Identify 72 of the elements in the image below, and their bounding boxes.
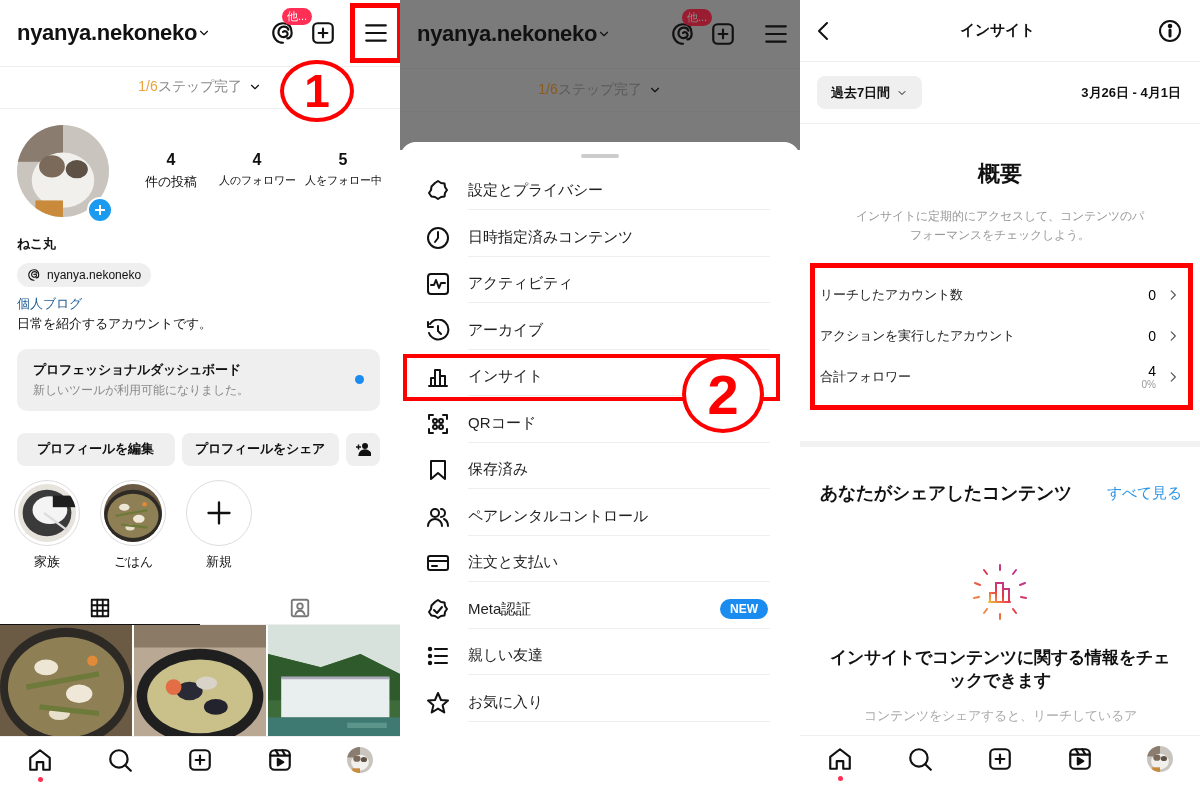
reels-icon [267,747,293,774]
activity-icon [426,272,450,297]
menu-item[interactable]: 設定とプライバシー [403,168,780,215]
highlight-label: 新規 [206,553,232,571]
menu-item[interactable]: Meta認証 NEW [403,586,780,633]
menu-item[interactable]: 親しい友達 [403,633,780,680]
menu-item[interactable]: アーカイブ [403,307,780,354]
menu-item[interactable]: 保存済み [403,447,780,494]
home-icon [27,747,53,774]
notification-badge: 他... [282,7,313,25]
add-person-button[interactable] [346,432,380,466]
notification-badge: 他... [682,9,713,26]
qr-code-icon [426,411,450,436]
menu-item[interactable]: ペアレンタルコントロール [403,493,780,540]
date-range-dropdown[interactable]: 過去7日間 [817,76,923,109]
menu-item[interactable]: 注文と支払い [403,540,780,587]
step-marker: 1 [280,60,354,122]
dashboard-title: プロフェッショナルダッシュボード [33,360,242,379]
steps-label[interactable]: ステップ完了 [157,78,242,97]
threads-chip[interactable]: nyanya.nekoneko [17,262,152,287]
star-icon [426,690,450,715]
metric-row[interactable]: リーチしたアカウント数 0 [815,274,1188,316]
profile-button[interactable]: プロフィールを編集 [17,432,175,466]
verified-badge-icon [426,597,450,622]
stat-label: 人をフォロー中 [304,172,382,188]
section-title: 概要 [976,160,1023,188]
dashboard-card[interactable]: プロフェッショナルダッシュボード 新しいツールが利用可能になりました。 [17,348,380,411]
add-icon [187,747,213,774]
threads-icon [27,267,41,282]
stat-value: 5 [338,150,348,169]
empty-state-title: インサイトでコンテンツに関する情報をチェックできます [830,647,1170,693]
add-icon [310,19,336,46]
new-badge: NEW [720,599,768,620]
bio-text: 日常を紹介するアカウントです。 [16,315,213,333]
date-range: 3月26日 - 4月1日 [1081,83,1181,102]
stat-value: 4 [252,150,262,169]
screen-title: インサイト [958,21,1036,40]
highlight-label: 家族 [34,553,60,571]
plus-icon [205,498,233,527]
info-icon [1158,18,1182,43]
section-title: あなたがシェアしたコンテンツ [820,482,1072,506]
home-icon [827,746,853,772]
username[interactable]: nyanya.nekoneko [17,19,198,46]
reels-icon [1067,746,1093,772]
display-name: ねこ丸 [16,234,57,253]
empty-state-text: コンテンツをシェアすると、リーチしているア [862,707,1138,726]
search-icon [907,746,933,772]
add-person-icon [355,442,371,457]
search-icon [107,747,133,774]
threads-icon [670,21,696,47]
menu-item[interactable]: アクティビティ [403,261,780,308]
insights-chart-icon [971,563,1029,622]
overview-text: インサイトに定期的にアクセスして、コンテンツのパフォーマンスをチェックしよう。 [855,208,1145,245]
add-icon [987,746,1013,772]
menu-item[interactable]: お気に入り [403,679,780,726]
clock-icon [426,225,450,250]
history-icon [426,318,450,343]
grid-icon [89,596,111,619]
tagged-icon [289,596,311,619]
bio-link[interactable]: 個人ブログ [17,295,82,311]
highlight-label: ごはん [113,553,153,571]
username[interactable]: nyanya.nekoneko [417,21,598,47]
menu-item[interactable]: 日時指定済みコンテンツ [403,214,780,261]
metric-row[interactable]: 合計フォロワー 4 0% [815,356,1188,398]
metric-row[interactable]: アクションを実行したアカウント 0 [815,315,1188,357]
stat-label: 件の投稿 [145,172,197,191]
add-story-icon[interactable] [87,196,113,223]
profile-button[interactable]: プロフィールをシェア [181,432,339,466]
dashboard-subtitle: 新しいツールが利用可能になりました。 [33,381,249,399]
stat-value: 4 [166,150,176,169]
stat-label: 人のフォロワー [218,172,296,188]
add-icon [710,21,736,47]
